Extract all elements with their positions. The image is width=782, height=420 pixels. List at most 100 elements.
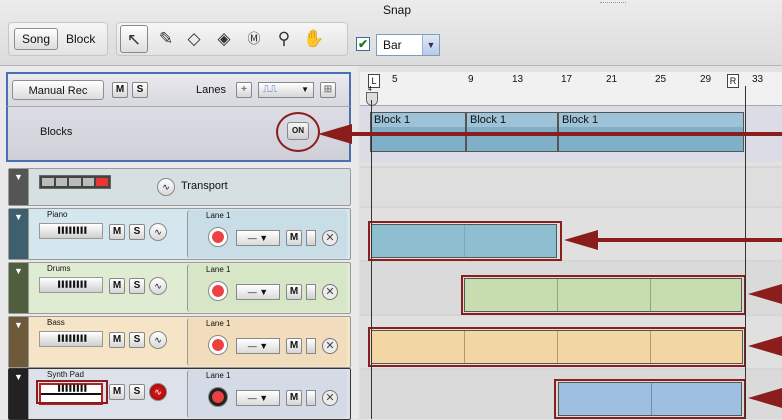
- close-icon[interactable]: ✕: [322, 338, 338, 354]
- collapse-triangle-icon[interactable]: ▼: [9, 209, 29, 259]
- transport-track[interactable]: ▼ ∿ Transport: [8, 168, 351, 206]
- eraser-tool-icon[interactable]: ◇: [180, 25, 208, 53]
- annotation-arrow-icon: [748, 388, 782, 408]
- hand-tool-icon[interactable]: ✋: [300, 25, 328, 53]
- close-icon[interactable]: ✕: [322, 390, 338, 406]
- solo-button[interactable]: S: [129, 224, 145, 240]
- song-button[interactable]: Song: [14, 28, 58, 50]
- mute-button[interactable]: M: [109, 332, 125, 348]
- transport-lane-row: [360, 168, 782, 206]
- waveform-icon[interactable]: ∿: [149, 277, 167, 295]
- lane-meter: [306, 338, 316, 354]
- close-icon[interactable]: ✕: [322, 230, 338, 246]
- right-locator[interactable]: R: [727, 74, 739, 88]
- lane-mute-button[interactable]: M: [286, 390, 302, 406]
- bass-track[interactable]: ▼ Bass ▐▐▐▐▐▐▐▐ M S ∿ Lane 1 — ▼ M ✕: [8, 316, 351, 368]
- lane-meter: [306, 230, 316, 246]
- add-lane-button[interactable]: +: [236, 82, 252, 98]
- magnify-tool-icon[interactable]: ⚲: [270, 25, 298, 53]
- annotation-box: [554, 379, 746, 419]
- record-button[interactable]: [208, 227, 228, 247]
- piano-track[interactable]: ▼ Piano ▐▐▐▐▐▐▐▐ M S ∿ Lane 1 — ▼ M ✕: [8, 208, 351, 260]
- annotation-arrow-icon: [350, 132, 782, 136]
- lane-name: Lane 1: [206, 211, 231, 220]
- lane-dropdown[interactable]: — ▼: [236, 390, 280, 406]
- snap-label: Snap: [382, 3, 412, 17]
- annotation-box: [368, 327, 746, 367]
- lanes-label: Lanes: [196, 84, 226, 96]
- ruler-number: 5: [392, 74, 398, 85]
- annotation-box: [368, 221, 562, 261]
- lane-mute-button[interactable]: M: [286, 230, 302, 246]
- lane-mute-button[interactable]: M: [286, 284, 302, 300]
- manual-rec-button[interactable]: Manual Rec: [12, 80, 104, 100]
- collapse-triangle-icon[interactable]: ▼: [9, 317, 29, 367]
- lane-mute-button[interactable]: M: [286, 338, 302, 354]
- block-label: Block 1: [470, 114, 507, 126]
- header-mute-button[interactable]: M: [112, 82, 128, 98]
- transport-controls-icon: [39, 175, 111, 189]
- solo-button[interactable]: S: [129, 278, 145, 294]
- lane-dropdown[interactable]: — ▼: [236, 338, 280, 354]
- song-position-line: [371, 100, 372, 419]
- block-label: Block 1: [374, 114, 411, 126]
- annotation-arrow-icon: [748, 284, 782, 304]
- toolbar-grip[interactable]: [600, 2, 626, 6]
- snap-value: Bar: [383, 38, 402, 52]
- arrow-tool-icon[interactable]: ↖: [120, 25, 148, 53]
- snap-checkbox[interactable]: ✔: [356, 37, 370, 51]
- snap-select[interactable]: Bar ▼: [376, 34, 440, 56]
- mute-tool-icon[interactable]: Ⓜ: [240, 25, 268, 53]
- pencil-tool-icon[interactable]: ✎: [152, 25, 180, 53]
- ruler-number: 33: [752, 74, 764, 85]
- mute-button[interactable]: M: [109, 224, 125, 240]
- lane-meter: [306, 390, 316, 406]
- annotation-arrow-icon: [748, 336, 782, 356]
- ruler-number: 25: [655, 74, 667, 85]
- track-name: Bass: [47, 318, 65, 327]
- collapse-triangle-icon[interactable]: ▼: [9, 169, 29, 205]
- ruler-number: 13: [512, 74, 524, 85]
- lane-name: Lane 1: [206, 371, 231, 380]
- razor-tool-icon[interactable]: ◈: [210, 25, 238, 53]
- lane-1: Lane 1 — ▼ M ✕: [187, 318, 347, 366]
- header-solo-button[interactable]: S: [132, 82, 148, 98]
- chevron-down-icon: ▼: [301, 85, 309, 94]
- annotation-circle: [276, 112, 320, 152]
- close-icon[interactable]: ✕: [322, 284, 338, 300]
- block-button[interactable]: Block: [66, 32, 95, 46]
- solo-button[interactable]: S: [129, 332, 145, 348]
- lane-grid-button[interactable]: ⊞: [320, 82, 336, 98]
- waveform-icon[interactable]: ∿: [149, 223, 167, 241]
- mute-button[interactable]: M: [109, 278, 125, 294]
- lane-name: Lane 1: [206, 265, 231, 274]
- track-name: Piano: [47, 210, 68, 219]
- block-label: Block 1: [562, 114, 599, 126]
- mute-button[interactable]: M: [109, 384, 125, 400]
- collapse-triangle-icon[interactable]: ▼: [9, 263, 29, 313]
- track-name: Transport: [181, 180, 228, 192]
- lane-1: Lane 1 — ▼ M ✕: [187, 264, 347, 312]
- annotation-box: [36, 380, 108, 404]
- lane-dropdown[interactable]: — ▼: [236, 230, 280, 246]
- waveform-icon[interactable]: ∿: [149, 331, 167, 349]
- annotation-arrow-icon: [318, 124, 352, 144]
- record-button[interactable]: [208, 387, 228, 407]
- solo-button[interactable]: S: [129, 384, 145, 400]
- blocks-label: Blocks: [40, 126, 73, 138]
- chevron-down-icon[interactable]: ▼: [422, 35, 439, 55]
- device-icon[interactable]: ▐▐▐▐▐▐▐▐: [39, 331, 103, 347]
- record-button[interactable]: [208, 281, 228, 301]
- lane-view-dropdown[interactable]: ⎍⎍ ▼: [258, 82, 314, 98]
- device-icon[interactable]: ▐▐▐▐▐▐▐▐: [39, 277, 103, 293]
- lane-dropdown[interactable]: — ▼: [236, 284, 280, 300]
- waveform-icon: ∿: [157, 178, 175, 196]
- song-position-marker[interactable]: [366, 92, 378, 106]
- track-name: Drums: [47, 264, 71, 273]
- drums-track[interactable]: ▼ Drums ▐▐▐▐▐▐▐▐ M S ∿ Lane 1 — ▼ M ✕: [8, 262, 351, 314]
- record-enable-icon[interactable]: ∿: [149, 383, 167, 401]
- ruler-number: 9: [468, 74, 474, 85]
- device-icon[interactable]: ▐▐▐▐▐▐▐▐: [39, 223, 103, 239]
- record-button[interactable]: [208, 335, 228, 355]
- collapse-triangle-icon[interactable]: ▼: [9, 369, 29, 419]
